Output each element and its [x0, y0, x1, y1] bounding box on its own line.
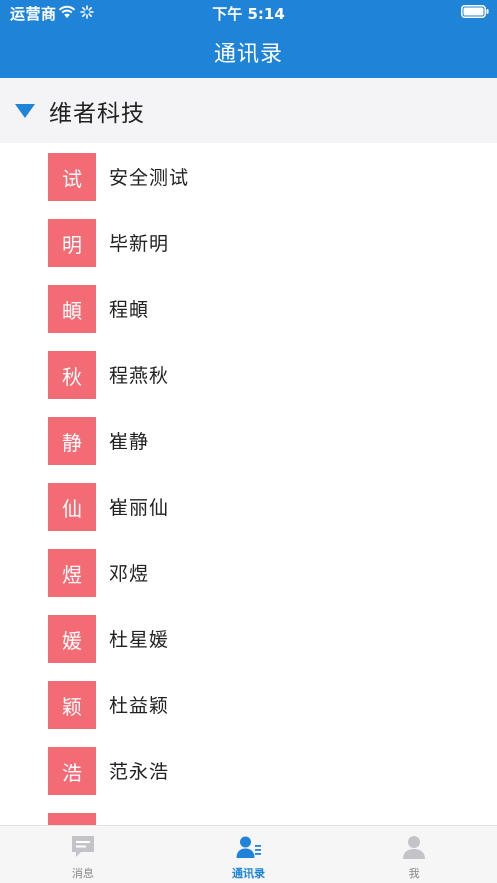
contact-avatar: 煜	[48, 549, 96, 597]
contact-name: 程燕秋	[109, 365, 170, 387]
contact-name: 杜星媛	[109, 629, 170, 651]
group-name: 维者科技	[49, 100, 145, 127]
page-title: 通讯录	[213, 42, 283, 67]
message-icon	[71, 836, 94, 857]
contact-row[interactable]	[0, 803, 497, 825]
tab-bar: 消息 通讯录 我	[0, 825, 497, 883]
contact-row[interactable]: 静 崔静	[0, 407, 497, 473]
contact-name: 程頔	[109, 299, 150, 321]
contact-name: 毕新明	[109, 233, 170, 255]
app-screen: 运营商 下午 5:14 通讯录 维者科技 试 安全测试 明 毕新明 頔 程頔 秋…	[0, 0, 497, 883]
contacts-icon	[236, 836, 261, 858]
contact-row[interactable]: 仙 崔丽仙	[0, 473, 497, 539]
contact-row[interactable]: 媛 杜星媛	[0, 605, 497, 671]
contact-name: 崔静	[109, 431, 150, 453]
contact-avatar: 頔	[48, 285, 96, 333]
contact-avatar: 静	[48, 417, 96, 465]
contact-avatar: 颖	[48, 681, 96, 729]
contact-list[interactable]: 试 安全测试 明 毕新明 頔 程頔 秋 程燕秋 静 崔静 仙 崔丽仙 煜 邓煜 …	[0, 143, 497, 825]
profile-icon	[403, 836, 426, 859]
tab-messages[interactable]: 消息	[0, 826, 166, 883]
contact-avatar: 仙	[48, 483, 96, 531]
group-header-toggle[interactable]: 维者科技	[0, 78, 497, 143]
contact-row[interactable]: 明 毕新明	[0, 209, 497, 275]
contact-row[interactable]: 颖 杜益颖	[0, 671, 497, 737]
contact-name: 崔丽仙	[109, 497, 170, 519]
contact-avatar: 秋	[48, 351, 96, 399]
contact-name: 范永浩	[109, 761, 170, 783]
contact-avatar: 试	[48, 153, 96, 201]
contact-row[interactable]: 頔 程頔	[0, 275, 497, 341]
tab-contacts[interactable]: 通讯录	[166, 826, 332, 883]
contact-avatar	[48, 813, 96, 825]
tab-messages-label: 消息	[71, 867, 94, 880]
contact-name: 安全测试	[109, 167, 190, 189]
contact-row[interactable]: 煜 邓煜	[0, 539, 497, 605]
battery-icon	[461, 5, 489, 18]
tab-me[interactable]: 我	[331, 826, 497, 883]
clock-label: 下午 5:14	[212, 5, 285, 23]
contact-row[interactable]: 秋 程燕秋	[0, 341, 497, 407]
expand-caret-icon	[15, 103, 35, 118]
contact-name: 邓煜	[109, 563, 150, 585]
top-bar: 运营商 下午 5:14 通讯录	[0, 0, 497, 78]
contact-avatar: 明	[48, 219, 96, 267]
contact-name: 杜益颖	[109, 695, 170, 717]
contact-avatar: 浩	[48, 747, 96, 795]
tab-contacts-label: 通讯录	[232, 867, 265, 880]
status-bar: 运营商 下午 5:14	[0, 0, 497, 26]
tab-me-label: 我	[408, 867, 420, 880]
contact-row[interactable]: 浩 范永浩	[0, 737, 497, 803]
contact-avatar: 媛	[48, 615, 96, 663]
contact-row[interactable]: 试 安全测试	[0, 143, 497, 209]
